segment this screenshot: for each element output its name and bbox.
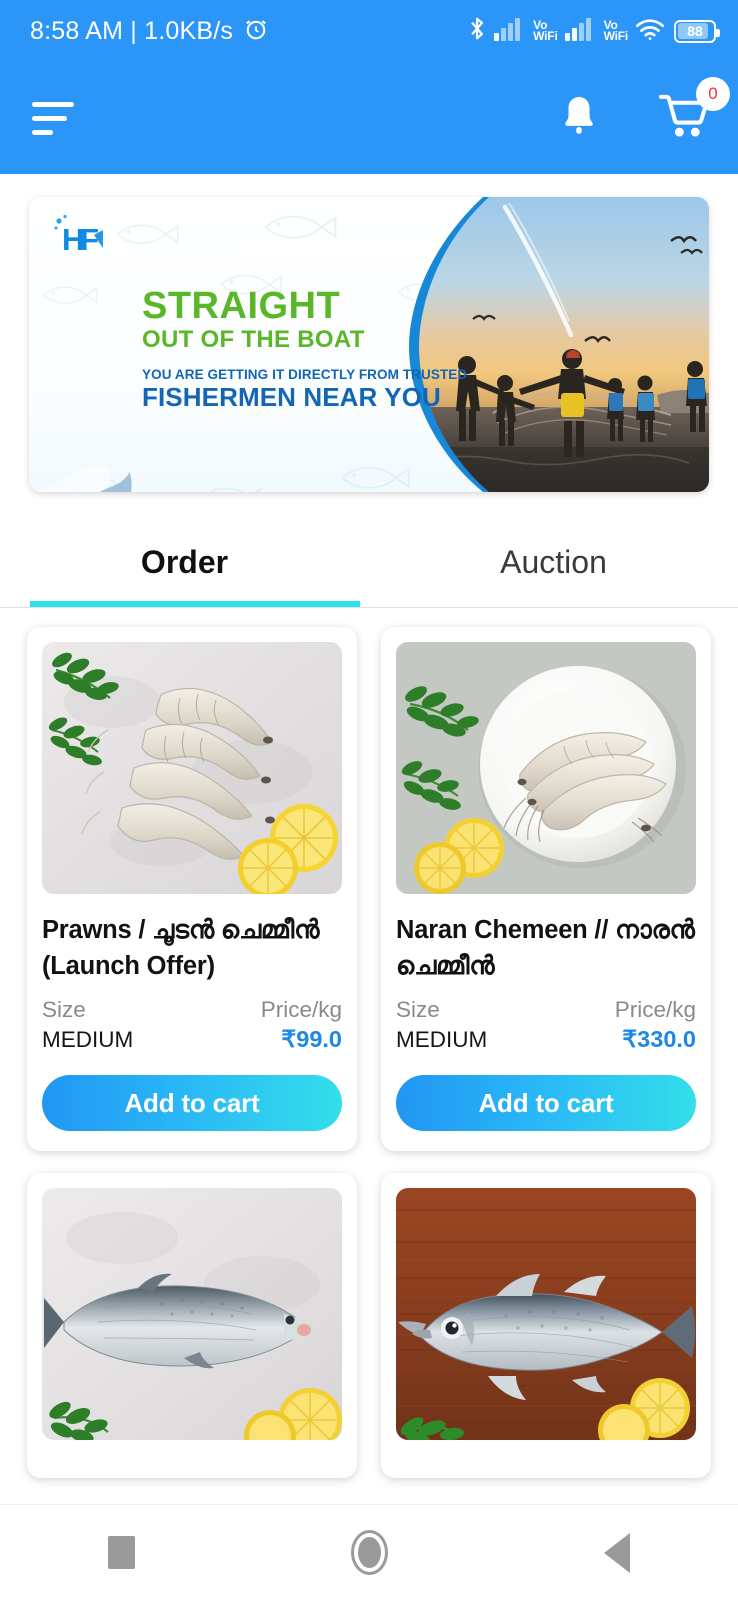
product-card[interactable]: Prawns / ചൂടൻ ചെമ്മീൻ (Launch Offer) Siz… <box>27 627 357 1152</box>
bell-icon[interactable] <box>558 93 600 144</box>
android-nav-bar <box>0 1504 738 1600</box>
brand-logo: H F <box>50 211 106 272</box>
size-value: MEDIUM <box>42 1027 134 1053</box>
product-title: Naran Chemeen // നാരൻ ചെമ്മീൻ <box>396 916 695 981</box>
status-bar: 8:58 AM | 1.0KB/s Vo WiFi Vo WiFi 88 <box>0 0 738 62</box>
price-label: Price/kg <box>614 997 696 1023</box>
size-label: Size <box>396 997 440 1023</box>
cart-count-badge: 0 <box>696 76 730 111</box>
bluetooth-icon <box>467 15 487 47</box>
price-label: Price/kg <box>260 997 342 1023</box>
add-to-cart-button[interactable]: Add to cart <box>396 1075 696 1132</box>
product-card[interactable] <box>27 1173 357 1479</box>
hamburger-line-2 <box>32 115 67 121</box>
square-recents-icon[interactable] <box>108 1536 135 1569</box>
svg-text:F: F <box>80 222 99 257</box>
status-clock: 8:58 AM | 1.0KB/s <box>30 16 234 45</box>
product-grid: Prawns / ചൂടൻ ചെമ്മീൻ (Launch Offer) Siz… <box>0 627 738 1479</box>
vowifi-label-1: Vo WiFi <box>533 18 558 43</box>
triangle-back-icon[interactable] <box>604 1532 630 1573</box>
status-bar-right: Vo WiFi Vo WiFi 88 <box>467 15 720 47</box>
price-value: ₹99.0 <box>281 1026 342 1053</box>
banner-headline: STRAIGHT <box>142 285 341 327</box>
wifi-icon <box>635 17 665 46</box>
hamburger-menu-icon[interactable] <box>32 101 74 135</box>
circle-home-icon[interactable] <box>351 1530 388 1575</box>
add-to-cart-button[interactable]: Add to cart <box>42 1075 342 1132</box>
product-card[interactable]: Naran Chemeen // നാരൻ ചെമ്മീൻ Size Price… <box>381 627 711 1152</box>
product-image-naran-chemeen <box>396 642 696 894</box>
home-inner-dot <box>358 1537 381 1568</box>
wave-splash-decoration <box>39 465 132 492</box>
product-spec-labels: Size Price/kg <box>396 997 696 1023</box>
app-bar: 0 <box>0 62 738 174</box>
cellular-signal-icon-1 <box>494 17 526 46</box>
banner-subheadline: OUT OF THE BOAT <box>142 326 365 353</box>
banner-tagline-large: FISHERMEN NEAR YOU <box>142 381 441 412</box>
status-bar-left: 8:58 AM | 1.0KB/s <box>30 16 269 47</box>
hamburger-line-3 <box>32 129 53 135</box>
shopping-cart-icon[interactable]: 0 <box>658 76 730 144</box>
product-spec-values: MEDIUM ₹330.0 <box>396 1025 696 1053</box>
app-screen: 8:58 AM | 1.0KB/s Vo WiFi Vo WiFi 88 0 H… <box>0 0 738 1600</box>
product-title: Prawns / ചൂടൻ ചെമ്മീൻ (Launch Offer) <box>42 916 320 981</box>
promo-banner[interactable]: H F STRAIGHT OUT OF THE BOAT YOU ARE GET… <box>29 197 709 492</box>
product-card[interactable] <box>381 1173 711 1479</box>
banner-area: H F STRAIGHT OUT OF THE BOAT YOU ARE GET… <box>0 174 738 492</box>
battery-icon: 88 <box>674 19 720 43</box>
banner-text-block: STRAIGHT OUT OF THE BOAT YOU ARE GETTING… <box>142 287 467 411</box>
product-spec-labels: Size Price/kg <box>42 997 342 1023</box>
tab-active-indicator <box>30 601 360 607</box>
vowifi-bottom-2: WiFi <box>603 29 629 43</box>
product-image-prawns <box>42 642 342 894</box>
vowifi-bottom-1: WiFi <box>533 29 558 43</box>
product-spec-values: MEDIUM ₹99.0 <box>42 1025 342 1053</box>
battery-percent: 88 <box>687 23 703 39</box>
size-value: MEDIUM <box>396 1027 488 1053</box>
app-bar-actions: 0 <box>558 76 730 144</box>
hamburger-line-1 <box>32 101 74 107</box>
alarm-icon <box>243 16 269 47</box>
size-label: Size <box>42 997 86 1023</box>
product-image-sea-bass <box>396 1188 696 1441</box>
tab-order[interactable]: Order <box>0 518 369 607</box>
tab-auction[interactable]: Auction <box>369 518 738 607</box>
tab-bar: Order Auction <box>0 518 738 608</box>
banner-tagline-small: YOU ARE GETTING IT DIRECTLY FROM TRUSTED <box>142 367 468 382</box>
vowifi-label-2: Vo WiFi <box>603 18 629 43</box>
product-list-scroll[interactable]: Prawns / ചൂടൻ ചെമ്മീൻ (Launch Offer) Siz… <box>0 608 738 1504</box>
cellular-signal-icon-2 <box>564 17 597 46</box>
price-value: ₹330.0 <box>622 1026 696 1053</box>
product-image-mullet-fish <box>42 1188 342 1441</box>
